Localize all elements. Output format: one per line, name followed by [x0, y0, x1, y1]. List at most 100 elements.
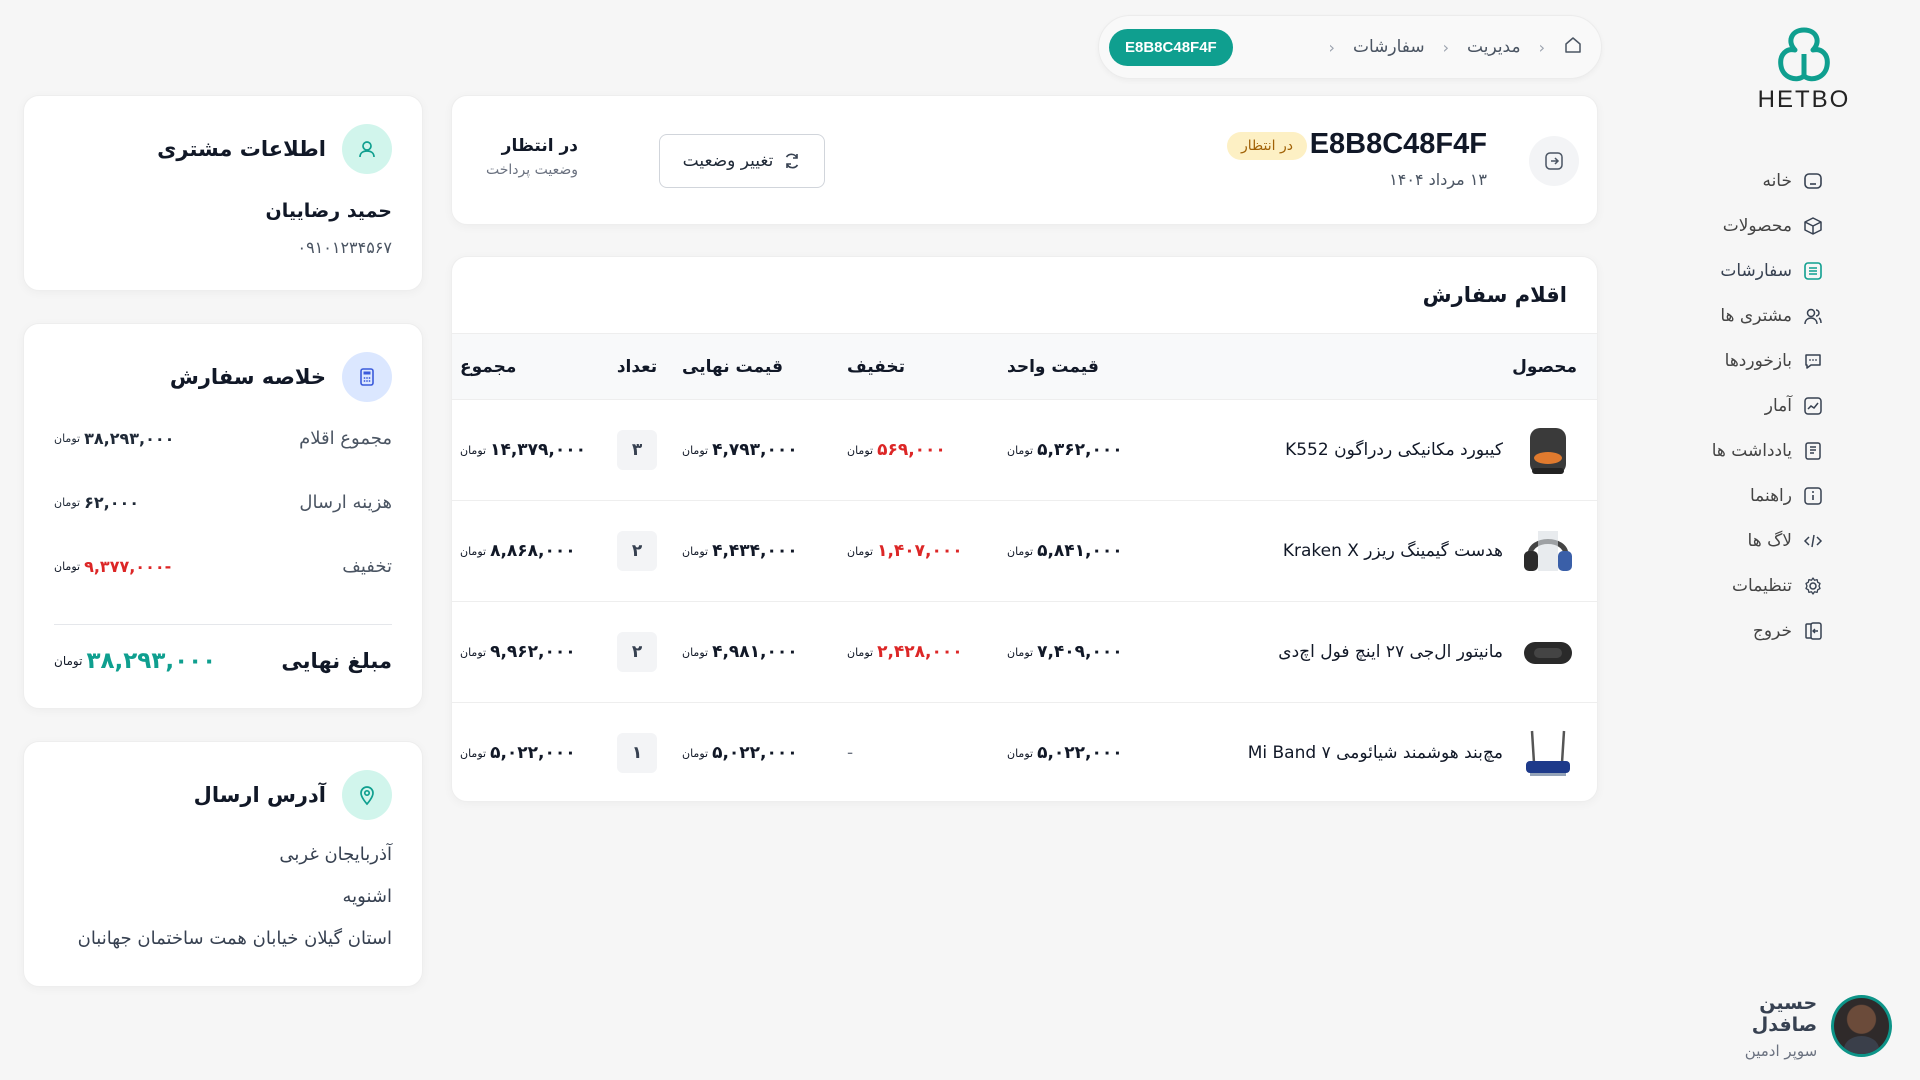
sidebar-item-stats[interactable]: آمار: [1684, 383, 1824, 428]
status-badge: در انتظار: [1227, 132, 1307, 160]
home-icon[interactable]: [1563, 35, 1583, 59]
shipping-label: هزینه ارسال: [299, 492, 392, 513]
currency: تومان: [682, 544, 709, 558]
breadcrumb-admin[interactable]: مدیریت: [1467, 37, 1521, 57]
final-price: ۴,۹۸۱,۰۰۰: [712, 642, 798, 662]
discount-label: تخفیف: [342, 556, 392, 577]
back-button[interactable]: [1529, 136, 1579, 186]
chevron-left-icon: ‹: [1442, 37, 1450, 57]
sidebar-item-label: لاگ ها: [1747, 530, 1792, 551]
discount: ۵۶۹,۰۰۰: [877, 440, 946, 460]
items-total-label: مجموع اقلام: [299, 428, 392, 449]
sidebar-item-home[interactable]: خانه: [1684, 158, 1824, 203]
sidebar-item-help[interactable]: راهنما: [1684, 473, 1824, 518]
chat-icon: [1802, 350, 1824, 372]
leaf-logo-icon: [1778, 27, 1830, 82]
product-name: مچ‌بند هوشمند شیائومی Mi Band ۷: [1247, 743, 1503, 764]
product-name: کیبورد مکانیکی ردراگون K552: [1285, 440, 1503, 460]
user-name: حسین صافدل: [1751, 992, 1818, 1036]
quantity-badge: ۱: [617, 733, 657, 774]
router-icon: [1526, 731, 1570, 777]
bluetooth-speaker-icon: [1524, 642, 1572, 664]
table-row: هدست گیمینگ ریزر Kraken X ۵,۸۴۱,۰۰۰ تومان…: [452, 500, 1597, 602]
refresh-icon: [786, 153, 799, 169]
quantity-badge: ۲: [617, 632, 657, 672]
product-name: مانیتور ال‌جی ۲۷ اینچ فول اچ‌دی: [1278, 642, 1503, 662]
sidebar-item-logout[interactable]: خروج: [1684, 608, 1824, 653]
sidebar-item-label: آمار: [1764, 395, 1792, 416]
row-total: ۵,۰۲۲,۰۰۰: [490, 743, 576, 764]
table-row: مچ‌بند هوشمند شیائومی Mi Band ۷ ۵,۰۲۲,۰۰…: [452, 703, 1597, 802]
col-product: محصول: [1187, 333, 1597, 400]
breadcrumb: ‹ مدیریت ‹ سفارشات ‹ E8B8C48F4F: [1098, 15, 1602, 79]
quantity-badge: ۲: [617, 531, 657, 571]
row-total: ۸,۸۶۸,۰۰۰: [490, 541, 576, 561]
sidebar-item-settings[interactable]: تنظیمات: [1684, 563, 1824, 608]
order-id: E8B8C48F4F: [1309, 128, 1487, 160]
row-total: ۹,۹۶۲,۰۰۰: [490, 642, 576, 662]
items-total-value: ۳۸,۲۹۳,۰۰۰: [84, 429, 175, 448]
divider: [54, 624, 392, 625]
col-unit-price: قیمت واحد: [1007, 333, 1187, 400]
unit-price: ۵,۰۲۲,۰۰۰: [1037, 743, 1123, 764]
avatar: [1831, 995, 1892, 1057]
breadcrumb-current: E8B8C48F4F: [1109, 28, 1233, 66]
sidebar-item-label: محصولات: [1722, 215, 1792, 236]
order-date: ۱۳ مرداد ۱۴۰۴: [1389, 170, 1487, 189]
currency: تومان: [460, 443, 487, 457]
sidebar: HETBO خانه محصولات سفارشات مشتری ها بازخ…: [1690, 0, 1920, 1080]
currency: تومان: [460, 746, 487, 760]
shipping-address-card: آدرس ارسال آذربایجان غربی اشنویه استان گ…: [23, 741, 423, 987]
currency: تومان: [682, 645, 709, 659]
sidebar-item-orders[interactable]: سفارشات: [1684, 248, 1824, 293]
chart-icon: [1802, 395, 1824, 417]
currency: تومان: [54, 496, 81, 509]
change-status-button[interactable]: تغییر وضعیت: [659, 134, 825, 188]
final-price: ۵,۰۲۲,۰۰۰: [712, 743, 798, 764]
col-total: مجموع: [452, 333, 592, 400]
brand-name: HETBO: [1757, 86, 1851, 113]
product-thumbnail: [1519, 623, 1577, 681]
discount: ۲,۴۲۸,۰۰۰: [877, 642, 963, 662]
user-icon: [342, 124, 392, 174]
sidebar-item-label: یادداشت ها: [1711, 440, 1792, 461]
logout-icon: [1802, 620, 1824, 642]
sidebar-item-feedback[interactable]: بازخوردها: [1684, 338, 1824, 383]
quantity-badge: ۳: [617, 430, 657, 470]
final-price: ۴,۷۹۳,۰۰۰: [712, 440, 798, 460]
order-summary-card: خلاصه سفارش مجموع اقلام ۳۸,۲۹۳,۰۰۰ تومان …: [23, 323, 423, 709]
sidebar-item-notes[interactable]: یادداشت ها: [1684, 428, 1824, 473]
unit-price: ۵,۳۶۲,۰۰۰: [1037, 440, 1123, 460]
table-row: مانیتور ال‌جی ۲۷ اینچ فول اچ‌دی ۷,۴۰۹,۰۰…: [452, 601, 1597, 703]
payment-status-label: وضعیت پرداخت: [486, 162, 578, 178]
col-discount: تخفیف: [847, 333, 1007, 400]
user-profile[interactable]: حسین صافدل سوپر ادمین: [1690, 992, 1892, 1060]
customer-info-card: اطلاعات مشتری حمید رضاییان ۰۹۱۰۱۲۳۴۵۶۷: [23, 95, 423, 291]
arrow-right-icon: [1545, 152, 1563, 170]
sidebar-item-customers[interactable]: مشتری ها: [1684, 293, 1824, 338]
customer-phone: ۰۹۱۰۱۲۳۴۵۶۷: [297, 238, 392, 257]
change-status-label: تغییر وضعیت: [682, 151, 774, 171]
address-title: آدرس ارسال: [193, 783, 326, 807]
code-icon: [1802, 530, 1824, 552]
sidebar-item-products[interactable]: محصولات: [1684, 203, 1824, 248]
chevron-left-icon: ‹: [1538, 37, 1545, 57]
col-qty: تعداد: [592, 333, 682, 400]
home-icon: [1802, 170, 1824, 192]
currency: تومان: [1007, 443, 1034, 457]
address-city: اشنویه: [342, 886, 392, 907]
sidebar-item-logs[interactable]: لاگ ها: [1684, 518, 1824, 563]
sidebar-nav: خانه محصولات سفارشات مشتری ها بازخوردها …: [1684, 158, 1824, 653]
unit-price: ۷,۴۰۹,۰۰۰: [1037, 642, 1123, 662]
currency: تومان: [54, 432, 81, 445]
product-thumbnail: [1519, 421, 1577, 479]
discount: -: [847, 743, 854, 764]
breadcrumb-orders[interactable]: سفارشات: [1353, 37, 1425, 57]
currency: تومان: [1007, 746, 1034, 760]
note-icon: [1802, 440, 1824, 462]
order-header-card: E8B8C48F4F در انتظار ۱۳ مرداد ۱۴۰۴ تغییر…: [451, 95, 1598, 225]
brand-logo[interactable]: HETBO: [1734, 26, 1874, 114]
list-icon: [1802, 260, 1824, 282]
summary-title: خلاصه سفارش: [169, 365, 326, 389]
info-icon: [1802, 485, 1824, 507]
